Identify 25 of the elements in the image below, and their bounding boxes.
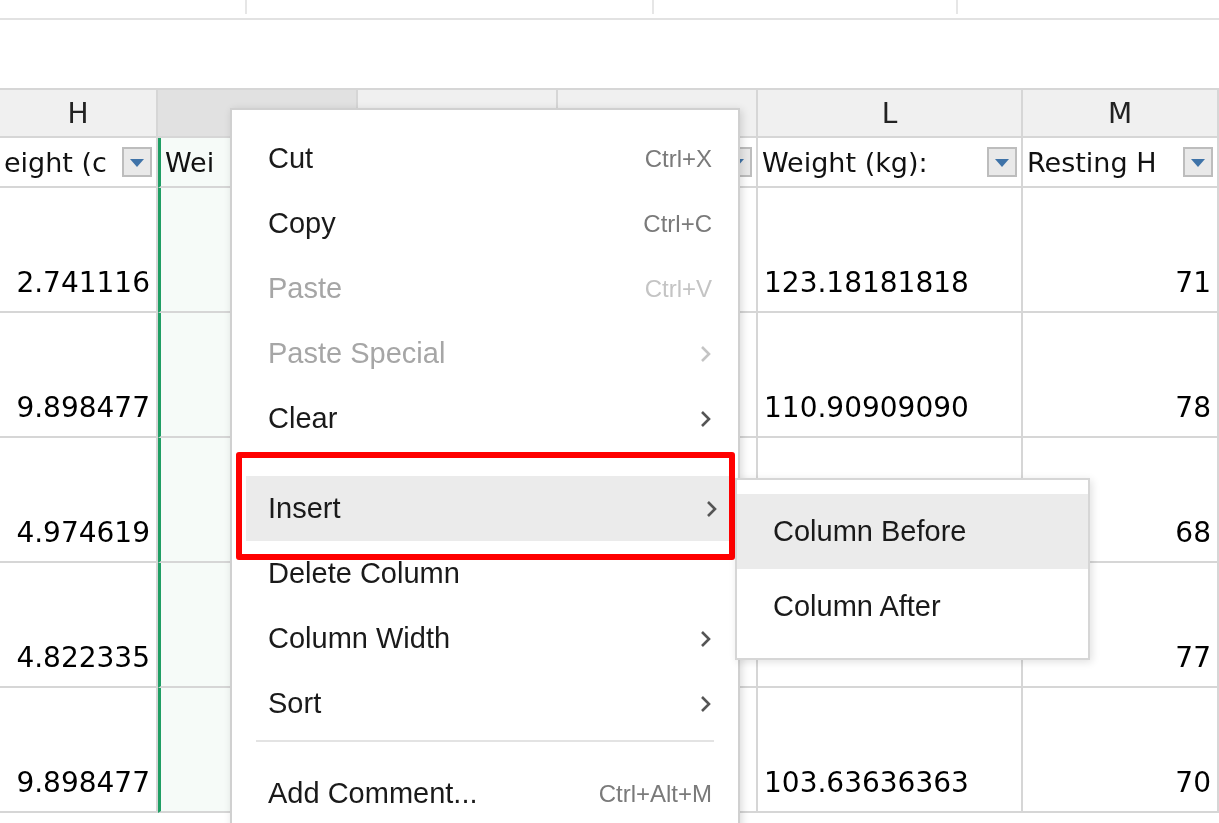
header-cell: Resting H bbox=[1027, 146, 1157, 178]
table-cell: 103.63636363 bbox=[758, 688, 1023, 813]
filter-dropdown-button[interactable] bbox=[1183, 147, 1213, 177]
menu-item[interactable]: Column Before bbox=[737, 494, 1088, 569]
header-cell: Weight (kg): bbox=[762, 146, 928, 178]
menu-item[interactable]: Add Comment... Ctrl+Alt+M bbox=[232, 761, 738, 823]
menu-item[interactable]: Delete Column bbox=[232, 541, 738, 606]
table-cell: 123.18181818 bbox=[758, 188, 1023, 313]
menu-item[interactable]: Clear bbox=[232, 386, 738, 451]
header-cell: eight (c bbox=[4, 146, 107, 178]
menu-item[interactable]: Copy Ctrl+C bbox=[232, 191, 738, 256]
column-header[interactable]: H bbox=[0, 88, 158, 138]
menu-item[interactable]: Sort bbox=[232, 671, 738, 736]
column-header[interactable]: L bbox=[758, 88, 1023, 138]
menu-item[interactable]: Insert bbox=[246, 476, 730, 541]
table-cell: 70 bbox=[1023, 688, 1219, 813]
menu-item[interactable]: Cut Ctrl+X bbox=[232, 126, 738, 191]
filter-dropdown-button[interactable] bbox=[987, 147, 1017, 177]
column-header[interactable]: M bbox=[1023, 88, 1219, 138]
table-cell: 71 bbox=[1023, 188, 1219, 313]
header-cell: Wei bbox=[165, 146, 215, 178]
table-cell: 110.90909090 bbox=[758, 313, 1023, 438]
menu-item[interactable]: Column Width bbox=[232, 606, 738, 671]
filter-dropdown-button[interactable] bbox=[122, 147, 152, 177]
table-cell: 78 bbox=[1023, 313, 1219, 438]
